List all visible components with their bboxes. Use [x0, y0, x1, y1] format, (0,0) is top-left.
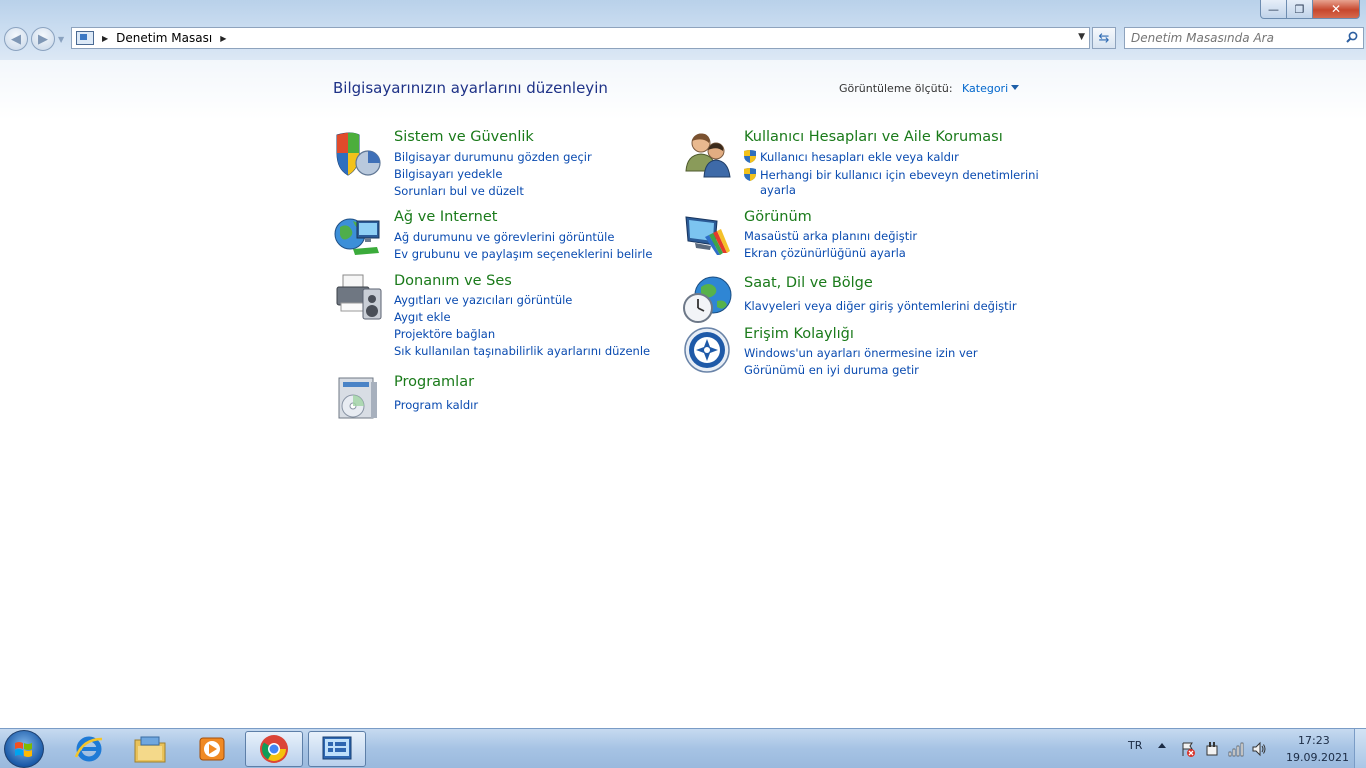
control-panel-icon [322, 736, 352, 760]
uac-shield-icon [744, 168, 756, 181]
link-add-remove-accounts[interactable]: Kullanıcı hesapları ekle veya kaldır [760, 150, 959, 164]
link-mobility-settings[interactable]: Sık kullanılan taşınabilirlik ayarlarını… [394, 344, 650, 358]
taskbar-file-explorer[interactable] [121, 731, 179, 767]
taskbar-control-panel[interactable] [308, 731, 366, 767]
chrome-icon [260, 735, 288, 763]
category-title[interactable]: Donanım ve Ses [394, 273, 512, 289]
taskbar-internet-explorer[interactable] [60, 731, 118, 767]
volume-icon[interactable] [1251, 741, 1267, 757]
link-connect-projector[interactable]: Projektöre bağlan [394, 327, 495, 341]
page-title: Bilgisayarınızın ayarlarını düzenleyin [333, 79, 608, 97]
maximize-button[interactable]: ❐ [1287, 0, 1313, 19]
category-title[interactable]: Kullanıcı Hesapları ve Aile Koruması [744, 129, 1003, 145]
link-homegroup[interactable]: Ev grubunu ve paylaşım seçeneklerini bel… [394, 247, 652, 261]
category-title[interactable]: Görünüm [744, 209, 812, 225]
users-icon [685, 133, 731, 178]
category-user-accounts: Kullanıcı Hesapları ve Aile Koruması Kul… [683, 129, 1039, 201]
control-panel-icon [76, 31, 94, 45]
breadcrumb-control-panel[interactable]: Denetim Masası [116, 31, 212, 45]
taskbar-media-player[interactable] [183, 731, 241, 767]
address-bar[interactable]: ▶ Denetim Masası ▶ ▼ [71, 27, 1090, 49]
category-title[interactable]: Sistem ve Güvenlik [394, 129, 534, 145]
link-add-device[interactable]: Aygıt ekle [394, 310, 451, 324]
minimize-button[interactable]: — [1260, 0, 1287, 19]
address-dropdown-icon[interactable]: ▼ [1078, 32, 1085, 42]
search-input[interactable] [1125, 31, 1335, 45]
category-system-security: Sistem ve Güvenlik Bilgisayar durumunu g… [333, 129, 663, 199]
ease-of-access-icon [684, 327, 730, 373]
category-network: Ağ ve Internet Ağ durumunu ve görevlerin… [333, 209, 663, 269]
category-hardware-sound: Donanım ve Ses Aygıtları ve yazıcıları g… [333, 273, 663, 363]
breadcrumb-separator-icon[interactable]: ▶ [220, 34, 226, 43]
category-title[interactable]: Erişim Kolaylığı [744, 326, 854, 342]
chevron-down-icon[interactable] [1011, 85, 1019, 90]
network-globe-icon [334, 218, 380, 255]
link-optimize-display[interactable]: Görünümü en iyi duruma getir [744, 363, 919, 377]
close-button[interactable]: ✕ [1313, 0, 1360, 19]
category-programs: Programlar Program kaldır [333, 374, 663, 424]
link-parental-controls-cont[interactable]: ayarla [760, 183, 796, 197]
show-hidden-icons-icon[interactable] [1158, 743, 1166, 748]
power-plug-icon[interactable] [1204, 741, 1220, 757]
link-screen-resolution[interactable]: Ekran çözünürlüğünü ayarla [744, 246, 906, 260]
show-desktop-button[interactable] [1354, 729, 1366, 768]
breadcrumb-separator-icon[interactable]: ▶ [102, 34, 108, 43]
category-ease-of-access: Erişim Kolaylığı Windows'un ayarları öne… [683, 326, 1023, 386]
windows-logo-icon [15, 742, 32, 757]
clock-globe-icon [683, 276, 732, 323]
uac-shield-icon [744, 150, 756, 163]
arrow-left-icon: ◀ [11, 31, 21, 47]
internet-explorer-icon [74, 736, 103, 762]
link-parental-controls[interactable]: Herhangi bir kullanıcı için ebeveyn dene… [760, 168, 1039, 182]
category-title[interactable]: Programlar [394, 374, 474, 390]
link-backup[interactable]: Bilgisayarı yedekle [394, 167, 502, 181]
refresh-icon: ⇆ [1098, 30, 1110, 46]
link-devices-printers[interactable]: Aygıtları ve yazıcıları görüntüle [394, 293, 572, 307]
taskbar-chrome[interactable] [245, 731, 303, 767]
caption-buttons: — ❐ ✕ [1260, 0, 1360, 19]
link-review-status[interactable]: Bilgisayar durumunu gözden geçir [394, 150, 592, 164]
arrow-right-icon: ▶ [38, 31, 48, 47]
category-appearance: Görünüm Masaüstü arka planını değiştir E… [683, 209, 1023, 269]
programs-disc-icon [338, 377, 377, 419]
category-title[interactable]: Saat, Dil ve Bölge [744, 275, 873, 291]
clock-date[interactable]: 19.09.2021 [1286, 751, 1349, 764]
link-change-keyboards[interactable]: Klavyeleri veya diğer giriş yöntemlerini… [744, 299, 1017, 313]
link-uninstall-program[interactable]: Program kaldır [394, 398, 478, 412]
link-network-status[interactable]: Ağ durumunu ve görevlerini görüntüle [394, 230, 614, 244]
forward-button[interactable]: ▶ [31, 27, 55, 51]
category-clock-language-region: Saat, Dil ve Bölge Klavyeleri veya diğer… [683, 275, 1023, 325]
media-player-icon [199, 737, 225, 761]
back-button[interactable]: ◀ [4, 27, 28, 51]
search-icon[interactable] [1346, 31, 1358, 43]
link-change-background[interactable]: Masaüstü arka planını değiştir [744, 229, 917, 243]
taskbar: TR 17:23 19.09.2021 [0, 728, 1366, 768]
shield-security-icon [336, 132, 381, 176]
file-explorer-icon [134, 736, 166, 763]
category-title[interactable]: Ağ ve Internet [394, 209, 497, 225]
link-let-windows-suggest[interactable]: Windows'un ayarları önermesine izin ver [744, 346, 978, 360]
title-bar: — ❐ ✕ ◀ ▶ ▼ ▶ Denetim Masası ▶ ▼ ⇆ [0, 0, 1366, 60]
language-indicator[interactable]: TR [1128, 739, 1142, 752]
search-box[interactable] [1124, 27, 1364, 49]
link-troubleshoot[interactable]: Sorunları bul ve düzelt [394, 184, 524, 198]
refresh-button[interactable]: ⇆ [1092, 27, 1116, 49]
control-panel-window: — ❐ ✕ ◀ ▶ ▼ ▶ Denetim Masası ▶ ▼ ⇆ Bilgi… [0, 0, 1366, 728]
clock-time[interactable]: 17:23 [1298, 734, 1330, 747]
network-signal-icon[interactable] [1228, 741, 1244, 757]
action-center-icon[interactable] [1180, 741, 1196, 757]
start-button[interactable] [4, 730, 44, 768]
recent-pages-dropdown[interactable]: ▼ [58, 35, 64, 44]
monitor-palette-icon [685, 216, 730, 255]
printer-speaker-icon [336, 274, 382, 320]
view-by-label: Görüntüleme ölçütü: [839, 82, 953, 95]
view-by-dropdown[interactable]: Kategori [962, 82, 1008, 95]
